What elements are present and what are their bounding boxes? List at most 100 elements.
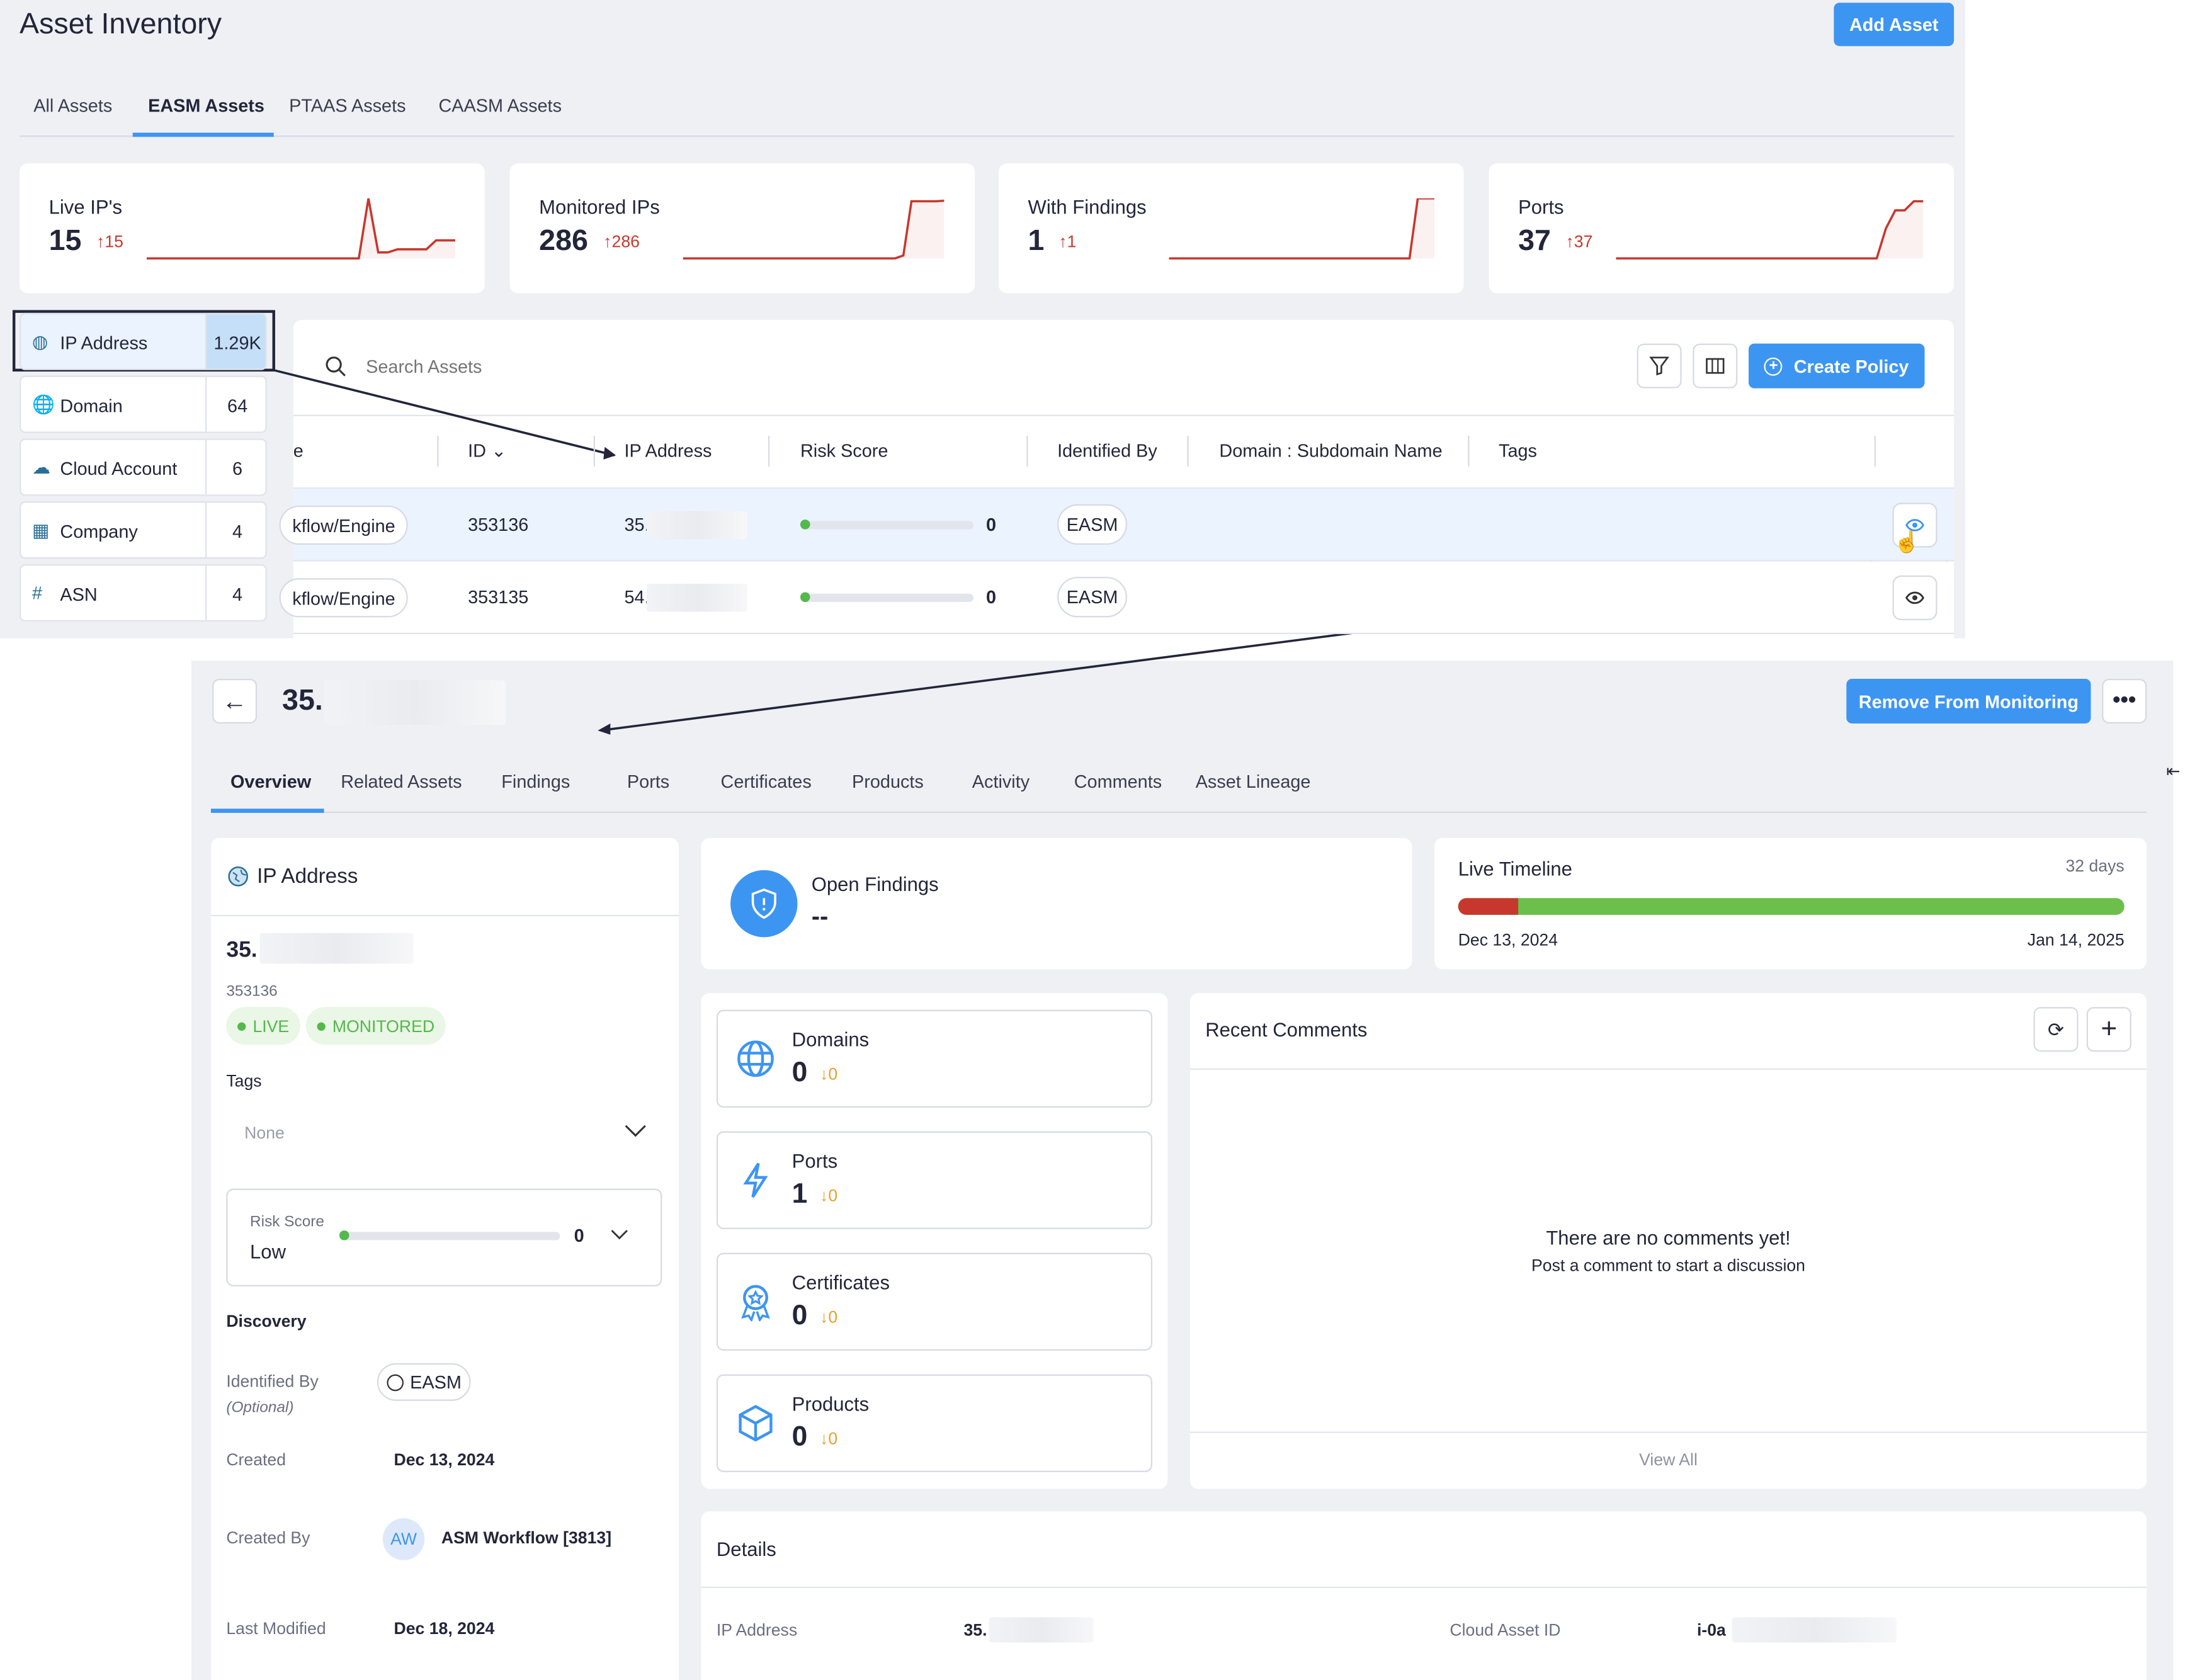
detail-tab-findings[interactable]: Findings xyxy=(501,771,570,792)
stat-label: With Findings xyxy=(1028,195,1147,219)
stat-delta: ↑15 xyxy=(96,232,123,252)
stat-value: 37 xyxy=(1518,225,1551,258)
arrow-up-icon: ↑ xyxy=(1565,232,1574,252)
lightning-icon xyxy=(736,1161,775,1206)
detail-tab-asset-lineage[interactable]: Asset Lineage xyxy=(1196,771,1311,792)
column-separator[interactable] xyxy=(593,436,595,467)
sparkline-line xyxy=(683,199,945,260)
count-card-ports[interactable]: Ports 1 ↓0 xyxy=(716,1131,1152,1229)
risk-score-bar xyxy=(800,593,974,603)
column-separator[interactable] xyxy=(1874,436,1876,467)
count-label: Certificates xyxy=(791,1271,890,1293)
stat-sparkline xyxy=(1169,198,1434,260)
identified-by-pill: EASM xyxy=(1057,577,1128,618)
box-icon xyxy=(736,1404,775,1450)
view-asset-button[interactable] xyxy=(1892,575,1938,620)
detail-tab-activity[interactable]: Activity xyxy=(972,771,1030,792)
detail-tab-related-assets[interactable]: Related Assets xyxy=(341,771,462,792)
column-header[interactable]: Domain : Subdomain Name xyxy=(1219,440,1442,461)
count-card-domains[interactable]: Domains 0 ↓0 xyxy=(716,1009,1152,1108)
count-card-products[interactable]: Products 0 ↓0 xyxy=(716,1374,1152,1472)
arrow-up-icon: ↑ xyxy=(603,232,612,252)
asset-type-label: ASN xyxy=(60,584,98,605)
stat-sparkline xyxy=(146,198,456,260)
sparkline-line xyxy=(146,198,456,260)
arrow-up-icon: ↑ xyxy=(1058,232,1067,252)
source-pill: kflow/Engine xyxy=(279,578,408,618)
count-value: 1 xyxy=(791,1179,808,1210)
eye-icon xyxy=(1905,591,1925,604)
stat-label: Monitored IPs xyxy=(539,195,660,219)
globe-icon xyxy=(736,1039,775,1085)
detail-tab-products[interactable]: Products xyxy=(852,771,924,792)
asset-type-label: IP Address xyxy=(60,332,148,354)
asset-type-ip-address[interactable]: ◍ IP Address 1.29K xyxy=(20,312,267,370)
globe-icon: 🌐 xyxy=(32,394,55,415)
count-card-certificates[interactable]: Certificates 0 ↓0 xyxy=(716,1252,1152,1351)
column-header[interactable]: IP Address xyxy=(624,440,712,461)
detail-tab-comments[interactable]: Comments xyxy=(1074,771,1162,792)
arrow-up-icon: ↑ xyxy=(96,232,105,252)
risk-score-marker xyxy=(800,592,810,603)
stat-value: 1 xyxy=(1028,225,1045,258)
asset-type-label: Domain xyxy=(60,395,123,416)
detail-tab-overview[interactable]: Overview xyxy=(230,771,311,792)
arrow-down-icon: ↓ xyxy=(820,1429,829,1449)
count-label: Ports xyxy=(791,1149,838,1172)
table-row[interactable]: kflow/Engine 353135 54. 0 EASM xyxy=(279,561,1955,635)
asset-type-count: 4 xyxy=(205,502,266,558)
row-id: 353135 xyxy=(468,586,529,608)
cloud-icon: ☁ xyxy=(32,457,50,478)
asset-type-label: Company xyxy=(60,521,138,542)
sparkline-area xyxy=(1616,201,1924,259)
arrow-down-icon: ↓ xyxy=(820,1186,829,1206)
redacted-ip xyxy=(646,511,747,540)
sort-chevron-icon: ⌄ xyxy=(491,440,507,461)
count-delta: ↓0 xyxy=(820,1429,838,1449)
column-separator[interactable] xyxy=(768,436,770,467)
hash-icon: # xyxy=(32,582,43,604)
mouse-cursor-icon: ☝ xyxy=(1893,530,1921,555)
asset-type-count: 6 xyxy=(205,440,266,495)
identified-by-pill: EASM xyxy=(1057,504,1128,545)
stat-value: 286 xyxy=(539,225,588,258)
row-ip[interactable]: 35. xyxy=(624,514,649,535)
row-ip[interactable]: 54. xyxy=(624,587,649,608)
arrow-down-icon: ↓ xyxy=(820,1307,829,1327)
asset-type-label: Cloud Account xyxy=(60,458,178,479)
arrow-down-icon: ↓ xyxy=(820,1064,829,1084)
count-delta: ↓0 xyxy=(820,1064,838,1084)
risk-score-value: 0 xyxy=(985,586,997,608)
column-separator[interactable] xyxy=(1026,436,1028,467)
column-header[interactable]: Tags xyxy=(1499,440,1537,461)
stat-delta: ↑1 xyxy=(1058,232,1077,252)
sparkline-area xyxy=(1169,198,1434,259)
detail-tab-certificates[interactable]: Certificates xyxy=(721,771,812,792)
column-header[interactable]: e xyxy=(293,440,304,461)
stat-label: Live IP's xyxy=(48,195,123,219)
asset-type-domain[interactable]: 🌐 Domain 64 xyxy=(20,375,267,433)
column-separator[interactable] xyxy=(437,436,439,467)
table-row[interactable]: kflow/Engine 353136 35. 0 EASM xyxy=(279,489,1955,562)
certificate-icon xyxy=(736,1282,775,1328)
risk-score-value: 0 xyxy=(985,514,997,535)
asset-type-company[interactable]: ▦ Company 4 xyxy=(20,501,267,559)
count-delta: ↓0 xyxy=(820,1186,838,1206)
sparkline-line xyxy=(1169,198,1434,260)
sparkline-line xyxy=(1616,200,1924,260)
count-value: 0 xyxy=(791,1300,808,1331)
column-header[interactable]: Identified By xyxy=(1057,440,1157,461)
column-separator[interactable] xyxy=(1187,436,1189,467)
column-separator[interactable] xyxy=(1468,436,1470,467)
row-id: 353136 xyxy=(468,514,529,535)
asset-type-cloud-account[interactable]: ☁ Cloud Account 6 xyxy=(20,438,267,496)
column-header[interactable]: Risk Score xyxy=(800,440,888,461)
stat-value: 15 xyxy=(48,225,82,258)
asset-type-count: 4 xyxy=(205,565,266,620)
column-header[interactable]: ID ⌄ xyxy=(468,440,506,462)
count-label: Domains xyxy=(791,1028,870,1051)
asset-type-count: 64 xyxy=(205,377,266,432)
redacted-ip xyxy=(646,584,747,612)
detail-tab-ports[interactable]: Ports xyxy=(627,771,669,792)
asset-type-asn[interactable]: # ASN 4 xyxy=(20,564,267,622)
